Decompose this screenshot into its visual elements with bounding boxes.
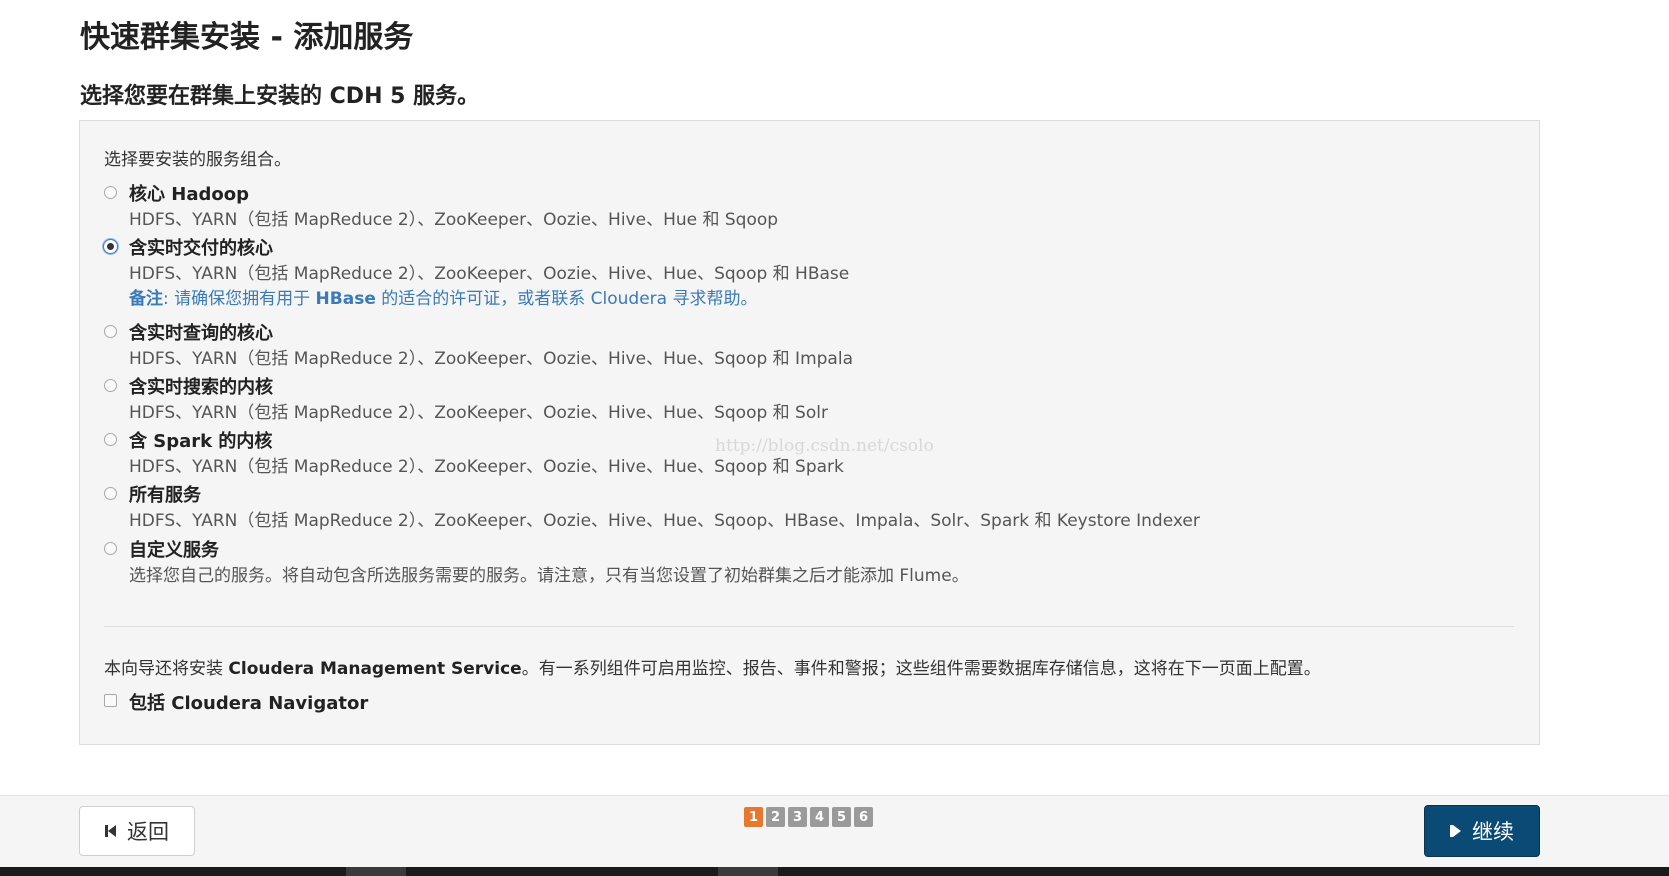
taskbar-item[interactable] <box>718 867 778 876</box>
back-button-label: 返回 <box>127 820 169 844</box>
option-label[interactable]: 含实时交付的核心 <box>129 234 273 260</box>
step-2: 2 <box>766 807 785 827</box>
service-selection-panel: 选择要安装的服务组合。 核心 Hadoop HDFS、YARN（包括 MapRe… <box>79 120 1540 745</box>
option-label[interactable]: 含实时搜索的内核 <box>129 373 273 399</box>
step-3: 3 <box>788 807 807 827</box>
taskbar-item[interactable] <box>346 867 406 876</box>
management-service-info: 本向导还将安装 Cloudera Management Service。有一系列… <box>104 654 1321 679</box>
option-label[interactable]: 含 Spark 的内核 <box>129 427 272 453</box>
option-description: HDFS、YARN（包括 MapReduce 2）、ZooKeeper、Oozi… <box>129 403 828 423</box>
wizard-steps: 1 2 3 4 5 6 <box>744 807 873 827</box>
hbase-license-note: 备注: 请确保您拥有用于 HBase 的适合的许可证，或者联系 Cloudera… <box>129 284 758 309</box>
option-label[interactable]: 自定义服务 <box>129 536 219 562</box>
radio-all-services[interactable] <box>104 487 117 500</box>
option-description: 选择您自己的服务。将自动包含所选服务需要的服务。请注意，只有当您设置了初始群集之… <box>129 566 969 586</box>
mgmt-prefix: 本向导还将安装 <box>104 659 229 679</box>
watermark: http://blog.csdn.net/csolo <box>715 436 934 456</box>
radio-core-realtime-delivery[interactable] <box>103 239 118 254</box>
continue-button-label: 继续 <box>1472 820 1514 844</box>
divider <box>104 626 1514 627</box>
radio-core-realtime-search[interactable] <box>104 379 117 392</box>
step-1: 1 <box>744 807 763 827</box>
page-title: 快速群集安装 - 添加服务 <box>80 20 414 55</box>
panel-intro: 选择要安装的服务组合。 <box>104 150 291 170</box>
option-description: HDFS、YARN（包括 MapReduce 2）、ZooKeeper、Oozi… <box>129 511 1200 531</box>
option-label[interactable]: 含实时查询的核心 <box>129 319 273 345</box>
step-4: 4 <box>810 807 829 827</box>
option-description: HDFS、YARN（包括 MapReduce 2）、ZooKeeper、Oozi… <box>129 210 779 230</box>
back-button[interactable]: 返回 <box>79 806 195 856</box>
skip-forward-icon <box>1450 823 1464 839</box>
page-subtitle: 选择您要在群集上安装的 CDH 5 服务。 <box>80 84 480 109</box>
os-taskbar <box>0 867 1669 876</box>
include-navigator-label[interactable]: 包括 Cloudera Navigator <box>129 689 368 715</box>
step-6: 6 <box>854 807 873 827</box>
radio-core-spark[interactable] <box>104 433 117 446</box>
option-description: HDFS、YARN（包括 MapReduce 2）、ZooKeeper、Oozi… <box>129 349 853 369</box>
step-5: 5 <box>832 807 851 827</box>
radio-core-hadoop[interactable] <box>104 186 117 199</box>
option-label[interactable]: 所有服务 <box>129 481 201 507</box>
mgmt-service-name: Cloudera Management Service <box>228 659 522 679</box>
note-text: : 请确保您拥有用于 <box>163 289 316 309</box>
note-text-tail: 的适合的许可证，或者联系 Cloudera 寻求帮助。 <box>375 289 758 309</box>
note-prefix: 备注 <box>129 289 163 309</box>
wizard-footer: 返回 1 2 3 4 5 6 继续 <box>0 795 1669 867</box>
option-label[interactable]: 核心 Hadoop <box>129 180 249 206</box>
skip-back-icon <box>105 823 119 839</box>
note-hbase: HBase <box>315 289 376 309</box>
option-description: HDFS、YARN（包括 MapReduce 2）、ZooKeeper、Oozi… <box>129 264 850 284</box>
radio-core-realtime-query[interactable] <box>104 325 117 338</box>
continue-button[interactable]: 继续 <box>1424 805 1540 857</box>
radio-custom-services[interactable] <box>104 542 117 555</box>
mgmt-suffix: 。有一系列组件可启用监控、报告、事件和警报；这些组件需要数据库存储信息，这将在下… <box>521 659 1321 679</box>
include-navigator-checkbox[interactable] <box>104 694 117 707</box>
